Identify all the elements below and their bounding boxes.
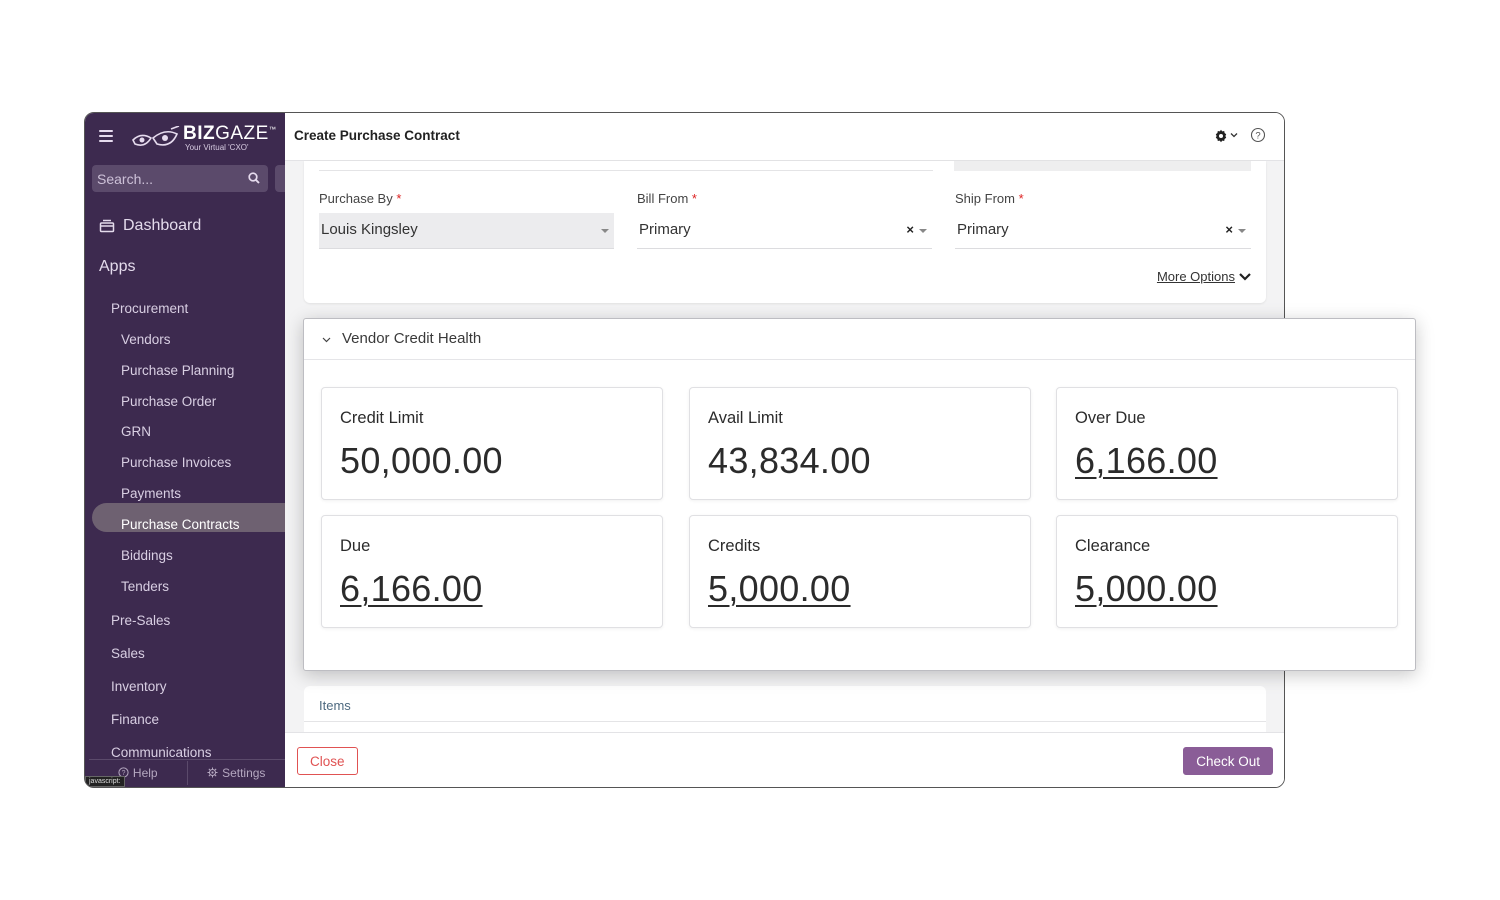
sidebar-item-purchase-planning[interactable]: Purchase Planning [121,363,234,378]
vendor-credit-health-panel: Vendor Credit Health Credit Limit 50,000.… [303,318,1416,671]
avail-limit-card: Avail Limit 43,834.00 [689,387,1031,500]
purchase-by-field: Purchase By * Louis Kingsley [319,191,614,249]
dropdown-caret-icon[interactable] [919,229,927,233]
page-header: Create Purchase Contract ? [285,113,1284,161]
hamburger-menu-icon[interactable] [99,130,113,142]
purchase-by-label: Purchase By * [319,191,402,206]
question-circle-icon[interactable]: ? [1250,127,1266,143]
sidebar-item-inventory[interactable]: Inventory [111,679,167,694]
dropdown-caret-icon[interactable] [1238,229,1246,233]
credits-value[interactable]: 5,000.00 [708,568,851,610]
avail-limit-value: 43,834.00 [708,440,871,481]
ship-from-field: Ship From * Primary × [955,191,1251,249]
sidebar-item-purchase-order[interactable]: Purchase Order [121,394,216,409]
svg-text:?: ? [1255,131,1260,142]
over-due-label: Over Due [1075,409,1146,427]
due-card: Due 6,166.00 [321,515,663,628]
sidebar-item-pre-sales[interactable]: Pre-Sales [111,613,170,628]
over-due-card: Over Due 6,166.00 [1056,387,1398,500]
sidebar-item-grn[interactable]: GRN [121,424,151,439]
purchase-by-select[interactable]: Louis Kingsley [319,213,614,249]
bill-from-field: Bill From * Primary × [637,191,932,249]
dropdown-caret-icon[interactable] [601,229,609,233]
panel-header[interactable]: Vendor Credit Health [304,319,1415,360]
sidebar-item-payments[interactable]: Payments [121,486,181,501]
panel-title: Vendor Credit Health [342,330,482,347]
nav-apps-heading: Apps [99,258,136,275]
sidebar-item-purchase-contracts[interactable]: Purchase Contracts [121,517,240,532]
over-due-value[interactable]: 6,166.00 [1075,440,1218,482]
owl-eyes-logo-icon [132,126,180,146]
avail-limit-label: Avail Limit [708,409,783,427]
items-divider [304,721,1266,722]
search-side-button[interactable] [275,165,285,192]
credit-limit-label: Credit Limit [340,409,424,427]
clearance-label: Clearance [1075,537,1151,555]
sidebar-item-purchase-invoices[interactable]: Purchase Invoices [121,455,231,470]
close-button[interactable]: Close [297,747,358,775]
credit-limit-value: 50,000.00 [340,440,503,481]
credit-limit-card: Credit Limit 50,000.00 [321,387,663,500]
sidebar-item-finance[interactable]: Finance [111,712,159,727]
dashboard-icon [99,219,115,233]
items-card: Items [304,686,1266,736]
chevron-down-icon[interactable] [1230,131,1238,139]
clear-icon[interactable]: × [906,222,914,237]
credits-label: Credits [708,537,761,555]
sidebar-item-biddings[interactable]: Biddings [121,548,173,563]
clearance-card: Clearance 5,000.00 [1056,515,1398,628]
check-out-button[interactable]: Check Out [1183,747,1273,775]
ship-from-select[interactable]: Primary × [955,213,1251,249]
sidebar-item-vendors[interactable]: Vendors [121,332,171,347]
bizgaze-logo[interactable]: BIZGAZE™ Your Virtual 'CXO' [131,123,276,155]
settings-link[interactable]: Settings [188,766,286,780]
settings-gear-icon [207,767,218,778]
bill-from-select[interactable]: Primary × [637,213,932,249]
search-input[interactable] [92,165,242,192]
page-title: Create Purchase Contract [294,128,460,143]
sidebar: BIZGAZE™ Your Virtual 'CXO' Dashboard Ap… [85,113,292,787]
readonly-field-stub [954,161,1251,171]
due-value[interactable]: 6,166.00 [340,568,483,610]
sidebar-item-communications[interactable]: Communications [111,745,212,760]
contract-details-card: Purchase By * Louis Kingsley Bill From *… [304,161,1266,303]
sidebar-search[interactable] [92,165,268,192]
sidebar-item-tenders[interactable]: Tenders [121,579,169,594]
clearance-value[interactable]: 5,000.00 [1075,568,1218,610]
credits-card: Credits 5,000.00 [689,515,1031,628]
items-section-title: Items [319,698,351,713]
sidebar-item-procurement[interactable]: Procurement [111,301,188,316]
status-tooltip: javascript: [85,776,125,787]
search-icon[interactable] [248,172,260,184]
sidebar-header: BIZGAZE™ Your Virtual 'CXO' [85,113,285,163]
form-footer: Close Check Out [285,732,1284,787]
chevron-down-icon[interactable] [322,335,331,344]
brand-name: BIZGAZE™ [183,123,277,144]
brand-tagline: Your Virtual 'CXO' [185,143,249,152]
nav-dashboard[interactable]: Dashboard [99,217,201,235]
chevron-down-icon [1239,273,1251,281]
field-underline [319,170,933,171]
clear-icon[interactable]: × [1225,222,1233,237]
nav-dashboard-label: Dashboard [123,217,202,234]
ship-from-label: Ship From * [955,191,1024,206]
due-label: Due [340,537,371,555]
sidebar-item-sales[interactable]: Sales [111,646,145,661]
more-options-link[interactable]: More Options [1157,269,1251,284]
gear-icon[interactable] [1214,129,1228,143]
bill-from-label: Bill From * [637,191,697,206]
